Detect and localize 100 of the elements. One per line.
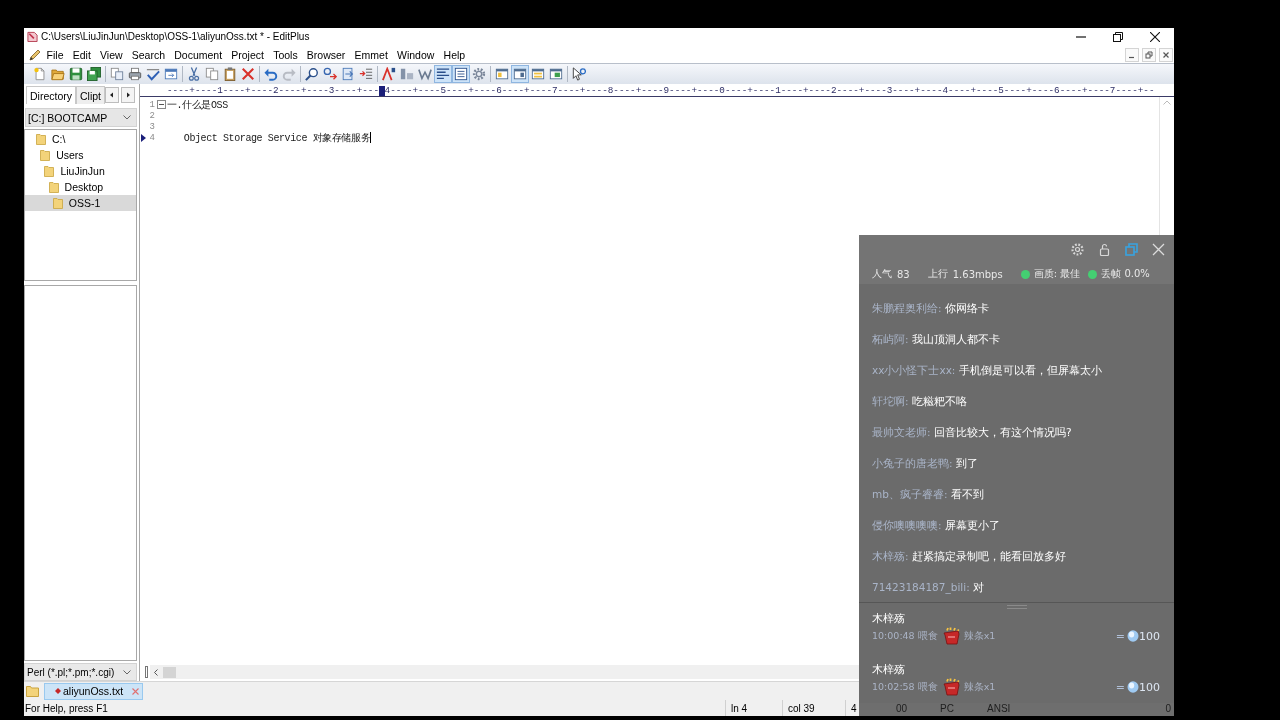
folder-icon [52, 197, 63, 209]
chat-message: 侵你噢噢噢噢: 屏幕更小了 [872, 518, 1000, 533]
minimize-icon[interactable] [1076, 35, 1086, 38]
gift-price: 100 [1139, 629, 1160, 643]
chat-message: 71423184187_bili: 对 [872, 580, 985, 595]
close-icon[interactable] [1150, 31, 1160, 42]
gift-name: 辣条x1 [963, 680, 996, 694]
line-number: 4 [148, 132, 155, 143]
drive-dropdown[interactable]: [C:] BOOTCAMP [25, 108, 137, 127]
tree-item[interactable]: Users [25, 147, 136, 163]
toolbar-button[interactable] [303, 65, 321, 83]
app-icon [27, 31, 38, 42]
replace-icon [323, 67, 337, 81]
toolbar-button[interactable] [85, 65, 103, 83]
ruler-scale: ----+----1----+----2----+----3----+--- [167, 85, 379, 96]
file-type-dropdown[interactable]: Perl (*.pl;*.pm;*.cgi) [24, 663, 137, 681]
menu-item[interactable]: Document [169, 47, 227, 62]
window-layout-icon [531, 67, 545, 81]
floppy-disks-icon [87, 67, 101, 81]
menu-item[interactable]: Tools [268, 47, 303, 62]
gift-sender: 木梓殇 [872, 663, 905, 677]
scroll-left-icon[interactable] [105, 87, 120, 103]
status-cell-text: 00 [895, 701, 909, 716]
gift-name: 辣条x1 [963, 629, 996, 643]
window-layout-icon [495, 67, 509, 81]
document-tab[interactable]: aliyunOss.txt [44, 682, 144, 700]
clipboard-icon [223, 67, 237, 81]
toolbar-button[interactable] [470, 65, 488, 83]
status-message: For Help, press F1 [25, 702, 108, 714]
text-caret [370, 132, 372, 143]
toolbar-button[interactable] [434, 65, 452, 83]
folder-icon [48, 181, 59, 193]
toolbar-button[interactable] [67, 65, 85, 83]
sidebar-tab[interactable]: Directory [26, 86, 76, 104]
new-page-icon [33, 67, 47, 81]
menu-item[interactable]: Window [392, 47, 439, 62]
menu-item[interactable]: View [95, 47, 128, 62]
gift-time: 10:02:58 喂食 [872, 680, 938, 694]
stat-value: 1.63mbps [952, 268, 1003, 280]
scroll-right-icon[interactable] [121, 87, 136, 103]
search-icon [305, 67, 319, 81]
menu-item[interactable]: Search [127, 47, 170, 62]
menu-item[interactable]: File [42, 47, 69, 62]
status-cell: col 39 [782, 700, 845, 716]
zigzag-icon [418, 67, 432, 81]
snack-pack-icon [941, 627, 960, 645]
pointer-icon [572, 67, 586, 81]
line-number: 3 [148, 121, 155, 132]
split-handle[interactable] [145, 666, 148, 678]
gift-time: 10:00:48 喂食 [872, 629, 938, 643]
toolbar-button[interactable] [511, 65, 529, 83]
sidebar-tab[interactable]: Clipt [76, 86, 106, 104]
settings-icon [472, 67, 486, 81]
indent-icon [359, 67, 373, 81]
menu-item[interactable]: Edit [68, 47, 96, 62]
chat-message: 最帅文老师: 回音比较大，有这个情况吗? [872, 425, 1072, 440]
horizontal-scrollbar[interactable] [150, 665, 859, 679]
tree-item[interactable]: LiuJinJun [25, 163, 136, 179]
stat-label: 上行 [927, 267, 948, 281]
ruler-scale: 4----+----5----+----6----+----7----+----8----+----9----+----0----+----1----+----2----+----3----+----4----+----5----+----6----+----7----+-- [384, 85, 1155, 96]
window-layout-icon [513, 67, 527, 81]
gift-sender: 木梓殇 [872, 612, 905, 626]
ruler-cursor-marker [379, 85, 385, 96]
gem-icon [1127, 681, 1139, 693]
pencil-icon [29, 48, 41, 61]
chat-message: 轩坨啊: 吃糍粑不咯 [872, 394, 967, 409]
line-number: 2 [148, 110, 155, 121]
redo-icon [282, 67, 296, 81]
chat-message: mb、疯子睿睿: 看不到 [872, 487, 984, 502]
line-number: 1 [148, 99, 155, 110]
lines-icon [436, 67, 450, 81]
tree-item[interactable]: Desktop [25, 179, 136, 195]
scrollbar-thumb[interactable] [163, 666, 176, 678]
chat-message: 朱鹏程奥利给: 你网络卡 [872, 301, 989, 316]
toolbar-button[interactable] [570, 65, 588, 83]
toolbar-button[interactable] [239, 65, 257, 83]
stat-value: 83 [897, 268, 910, 280]
toolbar-button[interactable] [126, 65, 144, 83]
bars-icon [400, 67, 414, 81]
collapse-icon[interactable] [156, 100, 166, 109]
toolbar-button[interactable] [452, 65, 470, 83]
cross-icon [241, 67, 255, 81]
settings-icon[interactable] [1071, 243, 1084, 256]
status-cell-text: ANSI [986, 701, 1012, 716]
scroll-left-icon[interactable] [154, 668, 158, 676]
chat-message: 小兔子的唐老鸭: 到了 [872, 456, 978, 471]
tree-item[interactable]: C:\ [25, 131, 136, 147]
folder-icon [51, 67, 65, 81]
tree-item[interactable]: OSS-1 [25, 195, 136, 211]
folder-icon [40, 149, 51, 161]
chevron-down-icon [123, 115, 131, 120]
lock-icon[interactable] [1098, 243, 1111, 256]
restore-icon[interactable] [1113, 31, 1123, 42]
menu-item[interactable]: Project [226, 47, 269, 62]
chat-message: 木梓殇: 赶紧搞定录制吧，能看回放多好 [872, 549, 1066, 564]
menu-item[interactable]: Browser [302, 47, 350, 62]
menu-item[interactable]: Help [438, 47, 470, 62]
toolbar-button[interactable] [380, 65, 398, 83]
menu-item[interactable]: Emmet [349, 47, 393, 62]
stat-label: 人气 [872, 267, 892, 281]
